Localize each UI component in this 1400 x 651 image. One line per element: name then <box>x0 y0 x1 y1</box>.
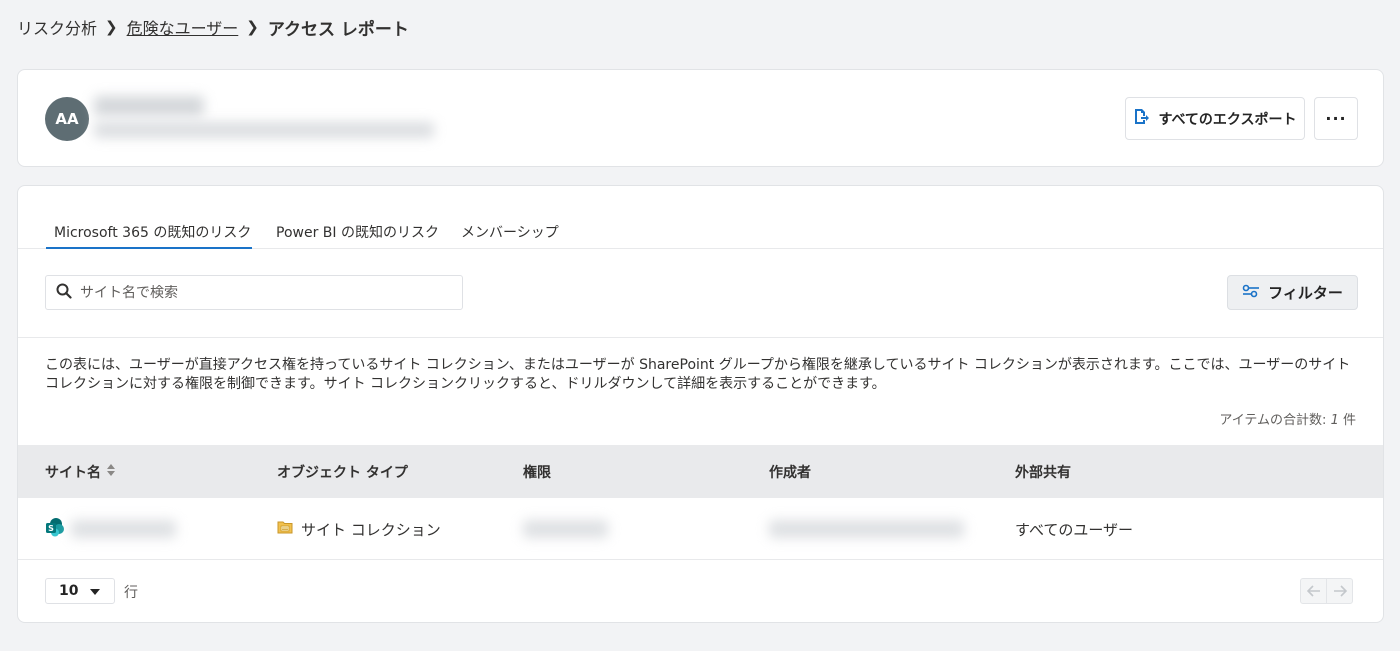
item-count-label: アイテムの合計数: <box>1219 413 1331 428</box>
item-count-unit: 件 <box>1342 413 1356 428</box>
breadcrumb: リスク分析 ❯ 危険なユーザー ❯ アクセス レポート <box>17 15 409 40</box>
table-header: サイト名 オブジェクト タイプ 権限 作成者 外部共有 <box>18 445 1383 498</box>
export-all-button[interactable]: すべてのエクスポート <box>1125 97 1305 140</box>
tab-powerbi-risks[interactable]: Power BI の既知のリスク <box>276 222 439 249</box>
chevron-right-icon: ❯ <box>246 18 259 36</box>
external-sharing-cell: すべてのユーザー <box>1015 520 1134 539</box>
caret-down-icon <box>90 583 101 599</box>
tab-bar: Microsoft 365 の既知のリスク Power BI の既知のリスク メ… <box>18 186 1383 249</box>
item-count-value: 1 <box>1330 413 1339 428</box>
column-header-object-type[interactable]: オブジェクト タイプ <box>277 445 408 498</box>
user-email-redacted <box>94 122 434 138</box>
arrow-left-icon <box>1306 582 1321 601</box>
divider <box>18 337 1383 338</box>
sort-icon <box>106 463 116 481</box>
filter-icon <box>1242 283 1260 303</box>
created-by-redacted <box>769 520 964 538</box>
sharepoint-icon: S <box>45 517 65 541</box>
export-all-label: すべてのエクスポート <box>1158 111 1297 128</box>
object-type-cell: サイト コレクション <box>277 498 441 560</box>
svg-text:S: S <box>48 524 54 533</box>
table-description: この表には、ユーザーが直接アクセス権を持っているサイト コレクション、またはユー… <box>45 357 1351 392</box>
arrow-right-icon <box>1333 582 1347 601</box>
page-size-select[interactable]: 10 <box>45 578 115 604</box>
breadcrumb-item-risky-users[interactable]: 危険なユーザー <box>127 15 239 39</box>
filter-label: フィルター <box>1268 284 1343 302</box>
object-type-value: サイト コレクション <box>301 520 441 539</box>
export-icon <box>1133 108 1150 129</box>
search-icon <box>56 283 72 303</box>
rows-label: 行 <box>124 585 138 601</box>
tab-membership[interactable]: メンバーシップ <box>461 222 559 249</box>
chevron-right-icon: ❯ <box>105 18 118 36</box>
column-header-permission[interactable]: 権限 <box>523 445 551 498</box>
search-box <box>45 275 463 310</box>
column-header-site-name[interactable]: サイト名 <box>45 445 116 498</box>
site-name-cell[interactable]: S <box>45 498 176 560</box>
page-title: アクセス レポート <box>267 19 409 40</box>
next-page-button[interactable] <box>1326 578 1353 604</box>
site-collection-icon <box>277 520 293 538</box>
column-header-created-by[interactable]: 作成者 <box>769 445 811 498</box>
more-options-button[interactable]: ··· <box>1314 97 1358 140</box>
item-count: アイテムの合計数: 1 件 <box>1219 409 1356 428</box>
user-name-redacted <box>94 96 204 116</box>
page-size-value: 10 <box>59 583 79 599</box>
avatar: AA <box>45 97 89 141</box>
filter-button[interactable]: フィルター <box>1227 275 1358 310</box>
tab-m365-risks[interactable]: Microsoft 365 の既知のリスク <box>46 222 252 249</box>
user-header-card: AA すべてのエクスポート ··· <box>17 69 1384 167</box>
access-report-card: Microsoft 365 の既知のリスク Power BI の既知のリスク メ… <box>17 185 1384 623</box>
table-row[interactable]: S サイト コレクション すべてのユーザー <box>18 498 1383 560</box>
permission-cell <box>523 498 608 560</box>
column-label: サイト名 <box>45 464 101 481</box>
permission-redacted <box>523 520 608 538</box>
created-by-cell <box>769 498 964 560</box>
site-name-redacted <box>71 520 176 538</box>
column-header-external-sharing[interactable]: 外部共有 <box>1015 445 1071 498</box>
breadcrumb-item-risk-analysis[interactable]: リスク分析 <box>17 15 97 39</box>
previous-page-button[interactable] <box>1300 578 1327 604</box>
search-input[interactable] <box>80 284 440 301</box>
